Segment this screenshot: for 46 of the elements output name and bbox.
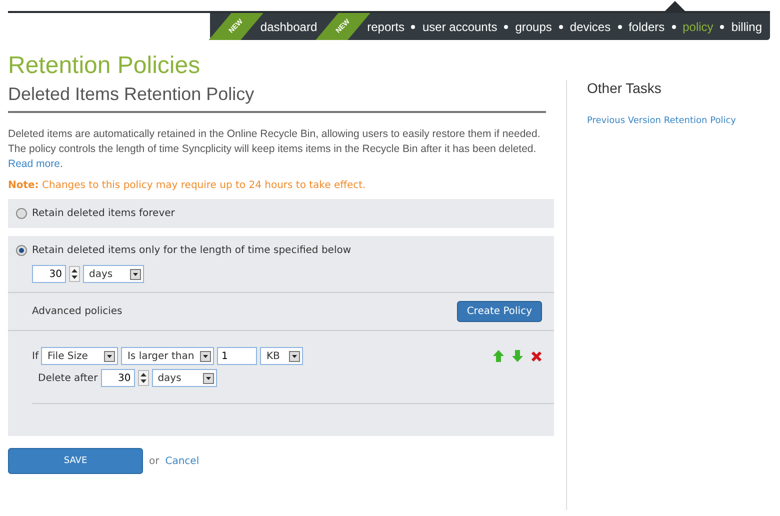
read-more-link[interactable]: Read more bbox=[8, 158, 60, 170]
radio-button[interactable] bbox=[16, 208, 27, 219]
caret-icon bbox=[202, 372, 214, 384]
if-label: If bbox=[32, 350, 38, 362]
spinner-icon[interactable] bbox=[69, 266, 80, 282]
page-title: Retention Policies bbox=[8, 52, 202, 80]
number-field[interactable]: 30 bbox=[100, 369, 135, 387]
sidebar-title: Other Tasks bbox=[587, 80, 662, 96]
spinner-icon[interactable] bbox=[138, 370, 149, 386]
nav-link[interactable]: devices bbox=[570, 20, 611, 34]
sidebar-link[interactable]: Previous Version Retention Policy bbox=[587, 116, 736, 126]
dropdown[interactable]: KB bbox=[260, 347, 304, 365]
dropdown[interactable]: days bbox=[152, 369, 217, 387]
separator-dot-icon bbox=[618, 24, 622, 28]
nav-link[interactable]: folders bbox=[628, 20, 665, 34]
caret-icon bbox=[200, 350, 212, 362]
dropdown[interactable]: days bbox=[83, 265, 144, 283]
caret-icon bbox=[130, 268, 141, 280]
separator-dot-icon bbox=[411, 24, 416, 28]
or-text: or bbox=[149, 456, 160, 466]
delete-after-label: Delete after bbox=[38, 372, 98, 384]
dropdown[interactable]: File Size bbox=[41, 347, 118, 365]
save-button[interactable]: SAVE bbox=[8, 448, 143, 474]
description-text: Deleted items are automatically retained in the Online Recycle Bin, allowing users to easily restore them if needed. The policy controls the length of time Syncplicity will keep items items in the Recycle Bin after it has been deleted. Read more. bbox=[8, 127, 542, 172]
value-field[interactable]: 1 bbox=[217, 347, 258, 365]
number-field[interactable]: 30 bbox=[32, 265, 66, 283]
separator-dot-icon bbox=[558, 24, 563, 28]
option-label: Retain deleted items only for the length of time specified below bbox=[32, 245, 352, 256]
separator-dot-icon bbox=[672, 24, 676, 28]
advanced-label: Advanced policies bbox=[32, 306, 122, 317]
nav-link[interactable]: policy bbox=[682, 20, 714, 34]
note-text: Note: Changes to this policy may require up to 24 hours to take effect. bbox=[8, 180, 367, 191]
nav-link[interactable]: user accounts bbox=[422, 20, 498, 34]
separator-dot-icon bbox=[504, 24, 508, 28]
caret-icon bbox=[289, 350, 300, 362]
create-policy-button[interactable]: Create Policy bbox=[456, 301, 542, 322]
cancel-link[interactable]: Cancel bbox=[165, 456, 200, 466]
section-title: Deleted Items Retention Policy bbox=[8, 84, 546, 113]
option-label: Retain deleted items forever bbox=[32, 208, 175, 219]
radio-button[interactable] bbox=[16, 245, 27, 256]
nav-link[interactable]: groups bbox=[515, 20, 552, 34]
nav-link[interactable]: billing bbox=[731, 20, 762, 34]
separator-dot-icon bbox=[720, 24, 724, 28]
dropdown[interactable]: Is larger than bbox=[121, 347, 214, 365]
delete-icon[interactable] bbox=[531, 350, 542, 362]
caret-icon bbox=[104, 350, 116, 362]
